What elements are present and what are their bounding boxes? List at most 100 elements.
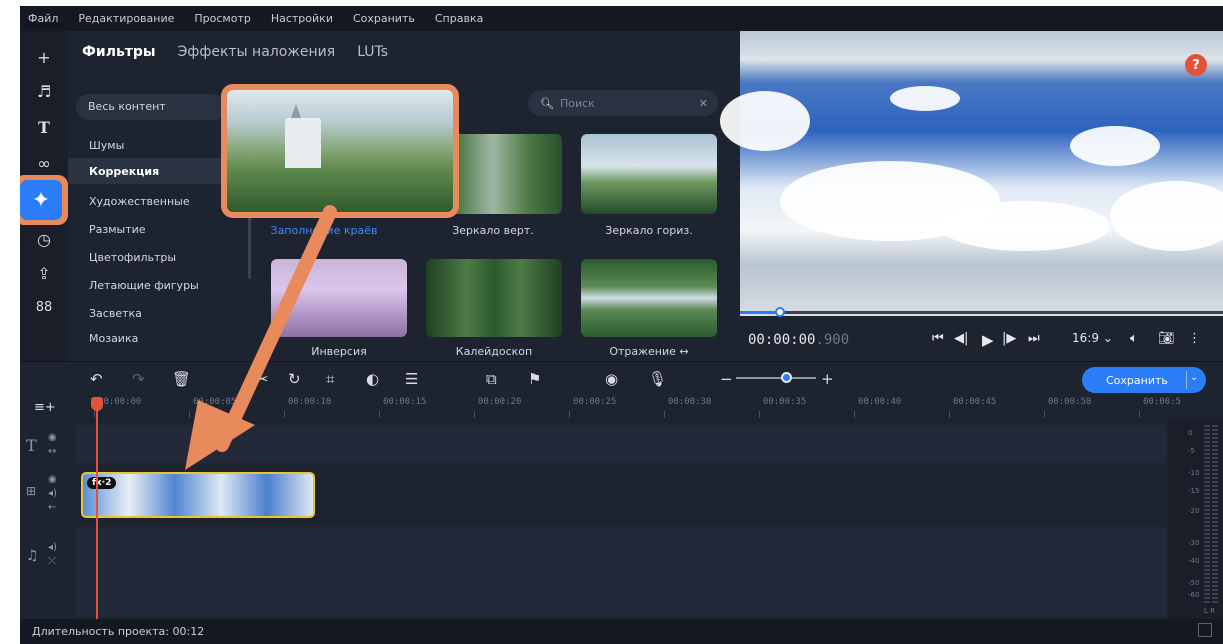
search-input[interactable]: Поиск: [560, 97, 595, 110]
play-icon[interactable]: ▶: [982, 331, 994, 349]
category-item[interactable]: Летающие фигуры: [68, 272, 250, 298]
timeline-ruler[interactable]: 00:00:00 00:00:05 00:00:10 00:00:15 00:00:20…: [76, 397, 1181, 419]
volume-icon[interactable]: 🔈︎: [1130, 331, 1138, 346]
step-back-icon[interactable]: ◀|: [954, 331, 968, 346]
video-track-header: ⊞ ◉ ◂) ←: [20, 472, 76, 522]
color-adjust-icon[interactable]: ◐: [366, 370, 379, 388]
all-content-button[interactable]: Весь контент: [76, 94, 226, 120]
category-item[interactable]: Размытие: [68, 216, 250, 242]
music-icon[interactable]: ♬: [29, 77, 59, 105]
menu-edit[interactable]: Редактирование: [78, 12, 174, 25]
more-tools-icon[interactable]: 88: [29, 293, 59, 321]
filter-thumb-inversion[interactable]: [271, 259, 407, 337]
filter-label[interactable]: Инверсия: [269, 345, 409, 358]
filter-thumb-kaleidoscope[interactable]: [426, 259, 562, 337]
callouts-icon[interactable]: ⇪: [29, 259, 59, 287]
marker-flag-icon[interactable]: ⚑: [528, 370, 541, 388]
filters-sparkle-icon: ✦: [20, 180, 62, 220]
clear-search-icon[interactable]: ✕: [699, 97, 708, 110]
titles-icon[interactable]: T: [29, 113, 59, 141]
delete-icon[interactable]: 🗑︎: [172, 370, 191, 388]
search-field[interactable]: 🔍︎ Поиск ✕: [528, 90, 718, 116]
seek-bar[interactable]: [740, 307, 1223, 317]
tab-filters[interactable]: Фильтры: [82, 44, 156, 60]
skip-end-icon[interactable]: ⏭: [1028, 331, 1040, 346]
filter-label-selected[interactable]: Заполнение краёв: [254, 224, 394, 237]
filter-label[interactable]: Отражение ↔: [579, 345, 719, 358]
redo-icon[interactable]: ↷: [132, 370, 145, 388]
link-icon[interactable]: ←: [48, 502, 56, 513]
audio-track[interactable]: [76, 527, 1166, 617]
filter-label[interactable]: Калейдоскоп: [424, 345, 564, 358]
save-dropdown-icon[interactable]: ⌄: [1190, 372, 1198, 383]
meter-label: -40: [1188, 557, 1200, 565]
category-item[interactable]: Цветофильтры: [68, 244, 250, 270]
stickers-icon[interactable]: ◷: [29, 225, 59, 253]
zoom-slider-handle[interactable]: [781, 372, 792, 383]
crop-icon[interactable]: ⌗: [326, 370, 334, 388]
add-media-icon[interactable]: +: [29, 43, 59, 71]
link-icon[interactable]: ↔: [48, 446, 56, 457]
webcam-record-icon[interactable]: ◉: [605, 370, 618, 388]
snapshot-icon[interactable]: 📷︎: [1158, 331, 1175, 346]
ruler-tick-line: [474, 411, 475, 418]
filter-label[interactable]: Зеркало гориз.: [579, 224, 719, 237]
overlay-icon[interactable]: ⧉: [486, 370, 497, 388]
text-track[interactable]: [76, 425, 1166, 463]
save-button[interactable]: Сохранить ⌄: [1082, 367, 1206, 393]
rotate-icon[interactable]: ↻: [288, 370, 301, 388]
fx-badge[interactable]: fx·2: [87, 477, 117, 489]
video-clip[interactable]: fx·2: [81, 472, 315, 518]
ruler-tick-label: 00:00:10: [288, 397, 332, 407]
meter-label: -5: [1188, 447, 1195, 455]
category-item[interactable]: Засветка: [68, 300, 250, 326]
grid-view-icon[interactable]: [1198, 623, 1212, 637]
unlink-icon[interactable]: ⤫: [48, 556, 56, 567]
audio-track-icon: ♫: [26, 548, 39, 564]
tab-luts[interactable]: LUTs: [357, 44, 388, 60]
ruler-tick-line: [379, 411, 380, 418]
meter-label: -20: [1188, 507, 1200, 515]
mute-icon[interactable]: ◂): [48, 488, 57, 499]
menu-file[interactable]: Файл: [28, 12, 58, 25]
visibility-icon[interactable]: ◉: [48, 432, 57, 443]
timecode-display: 00:00:00.900: [748, 332, 850, 348]
transitions-icon[interactable]: ∞: [29, 149, 59, 177]
mute-icon[interactable]: ◂): [48, 542, 57, 553]
aspect-ratio-select[interactable]: 16:9 ⌄: [1072, 331, 1113, 345]
meter-label: -30: [1188, 539, 1200, 547]
filter-thumb-mirror-horizontal[interactable]: [581, 134, 717, 214]
menu-settings[interactable]: Настройки: [271, 12, 333, 25]
ruler-tick-line: [854, 411, 855, 418]
clip-properties-icon[interactable]: ☰: [405, 370, 418, 388]
ruler-tick-line: [949, 411, 950, 418]
ruler-tick-line: [284, 411, 285, 418]
menu-view[interactable]: Просмотр: [194, 12, 250, 25]
castle-preview-image: [227, 90, 453, 212]
zoom-out-icon[interactable]: −: [720, 370, 733, 388]
zoom-in-icon[interactable]: +: [821, 370, 834, 388]
help-button[interactable]: ?: [1185, 54, 1207, 76]
menu-help[interactable]: Справка: [435, 12, 483, 25]
filter-thumb-reflection[interactable]: [581, 259, 717, 337]
meter-label: -15: [1188, 487, 1200, 495]
menu-save[interactable]: Сохранить: [353, 12, 415, 25]
category-item[interactable]: Мозаика: [68, 330, 250, 344]
tab-overlays[interactable]: Эффекты наложения: [178, 44, 336, 60]
audio-track-header: ♫ ◂) ⤫: [20, 540, 76, 580]
add-track-icon[interactable]: ≡+: [34, 400, 56, 415]
text-track-icon: T: [26, 436, 37, 455]
undo-icon[interactable]: ↶: [90, 370, 103, 388]
cut-icon[interactable]: ✂: [256, 370, 269, 388]
more-options-icon[interactable]: ⋮: [1188, 331, 1201, 346]
seek-handle[interactable]: [775, 307, 785, 317]
video-preview[interactable]: [720, 31, 1223, 316]
playhead[interactable]: [91, 397, 103, 619]
zoom-slider[interactable]: [736, 377, 816, 379]
filters-tool-button[interactable]: ✦: [20, 175, 68, 225]
filter-label[interactable]: Зеркало верт.: [423, 224, 563, 237]
skip-start-icon[interactable]: ⏮: [932, 331, 944, 346]
step-forward-icon[interactable]: |▶: [1002, 331, 1016, 346]
voice-record-icon[interactable]: 🎙︎: [648, 370, 667, 388]
visibility-icon[interactable]: ◉: [48, 474, 57, 485]
